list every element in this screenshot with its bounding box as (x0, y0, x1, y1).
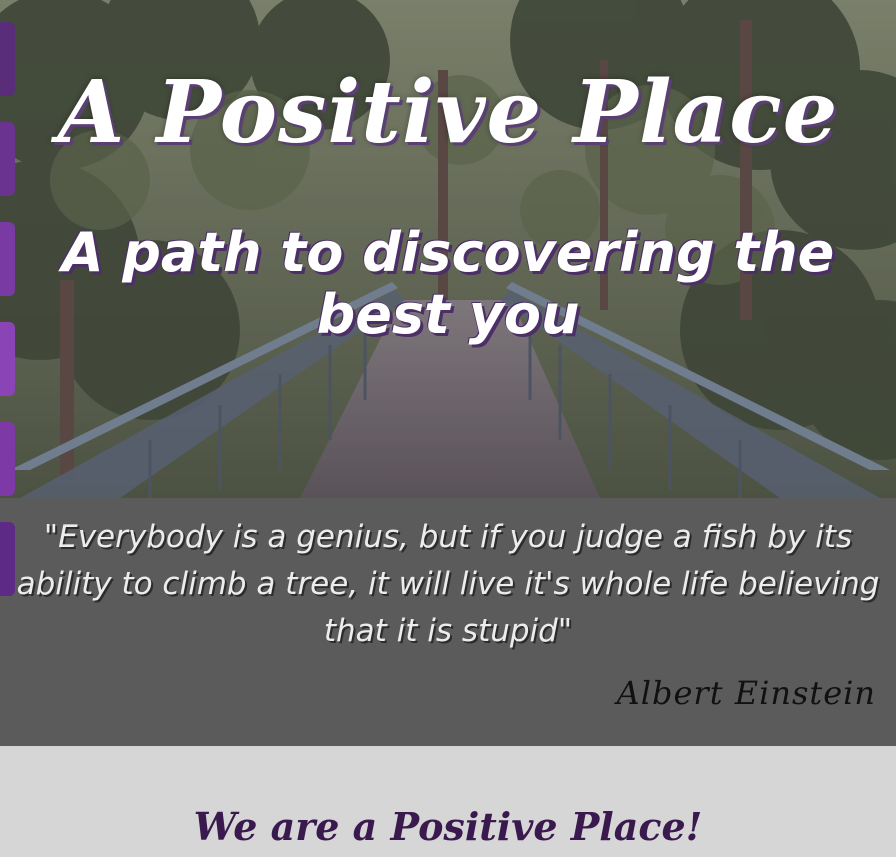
site-subtitle: A path to discovering the best you (61, 221, 835, 346)
side-tab-3[interactable] (0, 222, 15, 296)
quote-section: "Everybody is a genius, but if you judge… (0, 498, 896, 746)
intro-section: We are a Positive Place! (0, 746, 896, 857)
side-tab-2[interactable] (0, 122, 15, 196)
side-tab-4[interactable] (0, 322, 15, 396)
section-heading: We are a Positive Place! (193, 804, 703, 849)
hero-banner: A Positive Place A path to discovering t… (0, 0, 896, 498)
side-tab-1[interactable] (0, 22, 15, 96)
side-tab-6[interactable] (0, 522, 15, 596)
side-tab-5[interactable] (0, 422, 15, 496)
quote-author: Albert Einstein (616, 674, 876, 712)
quote-text: "Everybody is a genius, but if you judge… (16, 519, 880, 649)
site-title: A Positive Place (57, 62, 839, 163)
side-nav-tabs (0, 22, 16, 602)
